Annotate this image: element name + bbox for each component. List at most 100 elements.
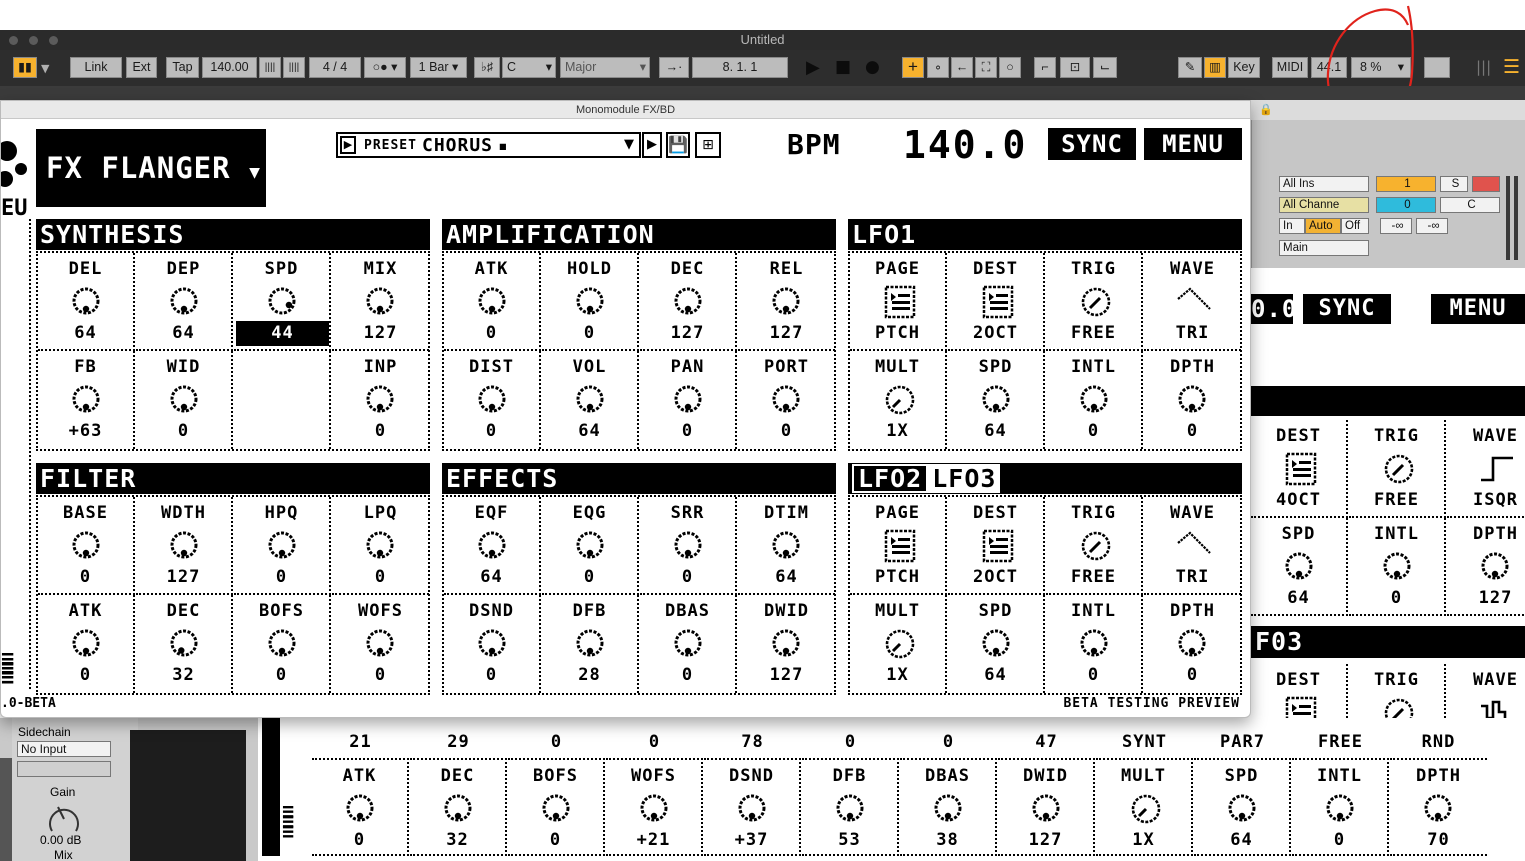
bpm-value[interactable]: 140.0: [903, 126, 1027, 164]
preset-dropdown-icon[interactable]: ▼: [624, 137, 634, 152]
bg-param-cell[interactable]: INTL 0: [1349, 518, 1446, 616]
computer-midi-keyboard-icon[interactable]: ▥: [1204, 57, 1226, 78]
close-window-button[interactable]: [9, 36, 18, 45]
knob-icon[interactable]: [672, 627, 704, 659]
knob-icon[interactable]: [364, 529, 396, 561]
knob-icon[interactable]: [980, 383, 1012, 415]
param-cell[interactable]: DTIM 64: [738, 497, 835, 595]
volume-value-b[interactable]: -∞: [1416, 218, 1448, 234]
knob-icon[interactable]: [70, 285, 102, 317]
param-value[interactable]: 0: [1292, 830, 1387, 850]
key-signature-icon[interactable]: ♭♯: [474, 57, 500, 78]
input-channel-select[interactable]: All Channe: [1279, 197, 1369, 213]
trigger-knob-icon[interactable]: [1381, 452, 1417, 486]
param-cell[interactable]: SRR 0: [640, 497, 737, 595]
param-value[interactable]: 64: [1251, 588, 1346, 608]
param-value[interactable]: 2OCT: [948, 567, 1043, 587]
param-value[interactable]: 0: [1046, 421, 1141, 441]
knob-icon[interactable]: [476, 627, 508, 659]
param-value[interactable]: +63: [38, 421, 133, 441]
param-value[interactable]: 0: [444, 421, 539, 441]
bg-sync-button[interactable]: SYNC: [1303, 294, 1391, 324]
trigger-knob-icon[interactable]: [1078, 529, 1114, 563]
param-value[interactable]: 0: [542, 323, 637, 343]
triangle-wave-icon[interactable]: [1176, 285, 1212, 319]
bg-param-cell[interactable]: DFB 53: [802, 758, 899, 856]
bg-param-cell[interactable]: ATK 0: [312, 758, 409, 856]
param-cell[interactable]: DBAS 0: [640, 595, 737, 693]
param-value[interactable]: 0: [444, 665, 539, 685]
param-cell[interactable]: VOL 64: [542, 351, 639, 449]
knob-icon[interactable]: [364, 383, 396, 415]
knob-icon[interactable]: [638, 792, 670, 824]
param-cell[interactable]: TRIG FREE: [1046, 497, 1143, 595]
knob-icon[interactable]: [1030, 792, 1062, 824]
param-value[interactable]: 127: [640, 323, 735, 343]
device-select[interactable]: FX FLANGER ▼: [36, 129, 266, 207]
param-cell[interactable]: DPTH 0: [1144, 351, 1241, 449]
page-icon[interactable]: [882, 285, 918, 319]
bg-param-cell[interactable]: DSND +37: [704, 758, 801, 856]
knob-icon[interactable]: [770, 627, 802, 659]
knob-icon[interactable]: [168, 285, 200, 317]
knob-icon[interactable]: [266, 285, 298, 317]
param-value[interactable]: 64: [542, 421, 637, 441]
stop-icon[interactable]: ■: [835, 59, 851, 76]
draw-mode-icon[interactable]: ✎: [1178, 57, 1202, 78]
param-value[interactable]: PTCH: [850, 567, 945, 587]
param-value[interactable]: TRI: [1144, 567, 1241, 587]
knob-icon[interactable]: [672, 285, 704, 317]
bg-menu-button[interactable]: MENU: [1431, 294, 1525, 324]
solo-button[interactable]: S: [1440, 176, 1468, 192]
param-cell[interactable]: DEP 64: [136, 253, 233, 351]
param-cell[interactable]: [234, 351, 331, 449]
param-value[interactable]: 0: [332, 567, 429, 587]
param-value[interactable]: 0: [1349, 588, 1444, 608]
play-icon[interactable]: ▶: [806, 59, 820, 77]
menu-button[interactable]: MENU: [1144, 128, 1242, 160]
param-cell[interactable]: DEST 2OCT: [948, 253, 1045, 351]
param-cell[interactable]: DEL 64: [38, 253, 135, 351]
ext-sync-button[interactable]: Ext: [126, 57, 157, 78]
knob-icon[interactable]: [672, 383, 704, 415]
time-signature-field[interactable]: 4 / 4: [309, 57, 361, 78]
param-value[interactable]: 0: [1046, 665, 1141, 685]
param-cell[interactable]: EQG 0: [542, 497, 639, 595]
param-cell[interactable]: DSND 0: [444, 595, 541, 693]
param-value[interactable]: FREE: [1046, 323, 1141, 343]
param-cell[interactable]: WAVE TRI: [1144, 497, 1241, 595]
monitor-auto-button[interactable]: Auto: [1305, 218, 1341, 234]
tab-lfo2[interactable]: LFO2: [852, 464, 929, 493]
param-value[interactable]: 0: [542, 567, 637, 587]
bg-param-cell[interactable]: WAVE ISQR: [1447, 420, 1525, 518]
param-value[interactable]: 32: [410, 830, 505, 850]
param-value[interactable]: 0: [234, 567, 329, 587]
param-value[interactable]: 64: [38, 323, 133, 343]
zoom-window-button[interactable]: [49, 36, 58, 45]
param-cell[interactable]: SPD 44: [234, 253, 331, 351]
knob-icon[interactable]: [1283, 550, 1315, 582]
sidechain-input-select[interactable]: No Input: [17, 741, 111, 757]
param-cell[interactable]: ATK 0: [38, 595, 135, 693]
param-cell[interactable]: INTL 0: [1046, 351, 1143, 449]
preset-selector[interactable]: ▶ PRESET CHORUS ▪ ▼: [336, 132, 641, 158]
knob-icon[interactable]: [1176, 627, 1208, 659]
capture-midi-icon[interactable]: ⛶: [975, 57, 997, 78]
param-cell[interactable]: MULT 1X: [850, 595, 947, 693]
param-value[interactable]: 70: [1390, 830, 1487, 850]
knob-icon[interactable]: [364, 285, 396, 317]
param-cell[interactable]: PAGE PTCH: [850, 253, 947, 351]
param-value[interactable]: 64: [444, 567, 539, 587]
param-cell[interactable]: WOFS 0: [332, 595, 429, 693]
output-select[interactable]: Main: [1279, 240, 1369, 256]
param-value[interactable]: 0: [738, 421, 835, 441]
param-cell[interactable]: SPD 64: [948, 595, 1045, 693]
knob-icon[interactable]: [442, 792, 474, 824]
param-value[interactable]: 0: [640, 567, 735, 587]
param-value[interactable]: 38: [900, 830, 995, 850]
knob-icon[interactable]: [770, 285, 802, 317]
page-icon[interactable]: [882, 529, 918, 563]
arrangement-position-field[interactable]: 8. 1. 1: [692, 57, 788, 78]
send-value[interactable]: 0: [1376, 197, 1436, 213]
param-value[interactable]: 32: [136, 665, 231, 685]
